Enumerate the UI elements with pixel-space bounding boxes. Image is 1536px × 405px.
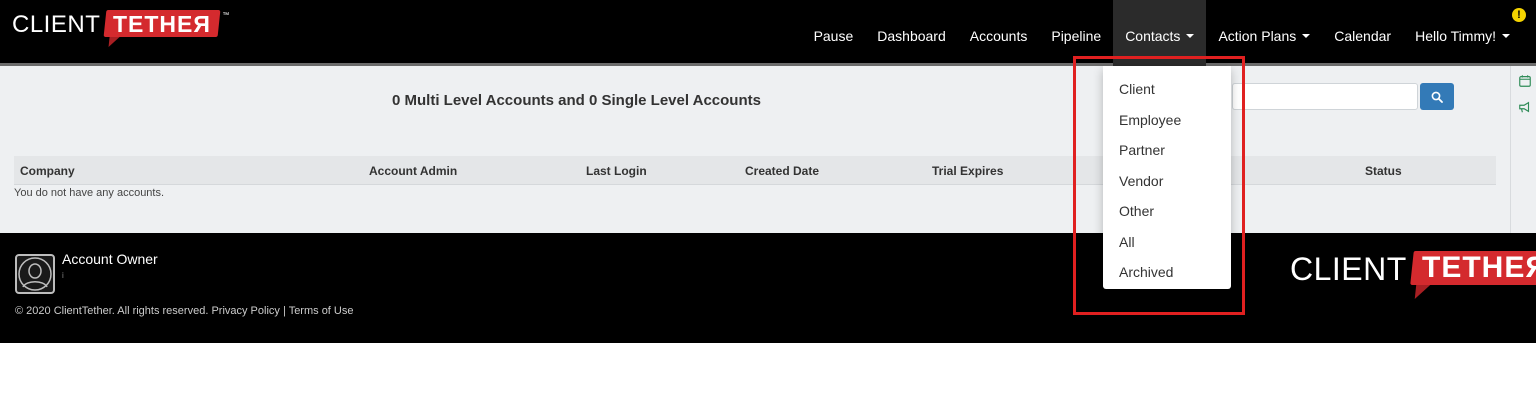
accounts-table-header: Company Account Admin Last Login Created… xyxy=(14,156,1496,185)
megaphone-icon[interactable] xyxy=(1517,100,1533,114)
accounts-summary: 0 Multi Level Accounts and 0 Single Leve… xyxy=(392,92,761,109)
contacts-menu-other[interactable]: Other xyxy=(1103,196,1231,227)
nav-contacts-label: Contacts xyxy=(1125,28,1181,44)
nav-user-menu[interactable]: Hello Timmy! xyxy=(1403,0,1522,66)
page-footer: Account Owner i © 2020 ClientTether. All… xyxy=(0,233,1536,343)
nav-calendar-label: Calendar xyxy=(1334,28,1392,44)
logo-tether-text: TETHEЯ xyxy=(113,11,212,37)
nav-pause-label: Pause xyxy=(813,28,854,44)
contacts-dropdown-menu: Client Employee Partner Vendor Other All… xyxy=(1103,66,1231,289)
footer-clienttether-logo: CLIENT TETHEЯ ™ xyxy=(1290,251,1536,299)
side-quick-tools xyxy=(1510,66,1536,233)
column-status[interactable]: Status xyxy=(1365,164,1402,178)
accounts-panel: 0 Multi Level Accounts and 0 Single Leve… xyxy=(0,66,1510,233)
copyright-text: © 2020 ClientTether. All rights reserved… xyxy=(15,305,209,317)
empty-accounts-message: You do not have any accounts. xyxy=(14,187,165,199)
account-owner-detail: i xyxy=(62,271,64,280)
nav-pipeline[interactable]: Pipeline xyxy=(1039,0,1113,66)
nav-accounts[interactable]: Accounts xyxy=(958,0,1040,66)
nav-calendar[interactable]: Calendar xyxy=(1322,0,1403,66)
nav-action-plans-dropdown[interactable]: Action Plans xyxy=(1206,0,1322,66)
search-input[interactable] xyxy=(1232,83,1418,110)
nav-pipeline-label: Pipeline xyxy=(1051,28,1102,44)
main-nav: Pause Dashboard Accounts Pipeline Contac… xyxy=(802,0,1522,66)
copyright-line: © 2020 ClientTether. All rights reserved… xyxy=(15,305,353,317)
logo-tether-badge: TETHEЯ xyxy=(103,10,221,47)
nav-dashboard-label: Dashboard xyxy=(877,28,946,44)
caret-down-icon xyxy=(1186,34,1195,38)
contacts-menu-partner[interactable]: Partner xyxy=(1103,135,1231,166)
alert-icon[interactable]: ! xyxy=(1512,8,1526,22)
top-navbar: CLIENT TETHEЯ ™ Pause Dashboard Accounts… xyxy=(0,0,1536,66)
nav-user-greeting: Hello Timmy! xyxy=(1415,28,1496,44)
nav-accounts-label: Accounts xyxy=(969,28,1028,44)
caret-down-icon xyxy=(1302,34,1311,38)
contacts-menu-client[interactable]: Client xyxy=(1103,74,1231,105)
nav-action-plans-label: Action Plans xyxy=(1218,28,1297,44)
column-company[interactable]: Company xyxy=(20,164,75,178)
footer-logo-client-text: CLIENT xyxy=(1290,251,1407,287)
footer-logo-tether-badge: TETHEЯ xyxy=(1410,251,1536,299)
nav-pause[interactable]: Pause xyxy=(802,0,866,66)
logo-trademark: ™ xyxy=(222,12,230,19)
privacy-policy-link[interactable]: Privacy Policy xyxy=(211,305,279,317)
avatar[interactable] xyxy=(15,254,55,294)
column-trial-expires[interactable]: Trial Expires xyxy=(932,164,1003,178)
calendar-icon[interactable] xyxy=(1517,74,1533,88)
caret-down-icon xyxy=(1502,34,1510,38)
terms-of-use-link[interactable]: Terms of Use xyxy=(289,305,354,317)
contacts-menu-all[interactable]: All xyxy=(1103,227,1231,258)
clienttether-logo[interactable]: CLIENT TETHEЯ ™ xyxy=(12,10,230,47)
search-icon xyxy=(1431,91,1443,103)
nav-contacts-dropdown[interactable]: Contacts xyxy=(1113,0,1207,66)
contacts-menu-vendor[interactable]: Vendor xyxy=(1103,166,1231,197)
footer-logo-tether-text: TETHEЯ xyxy=(1421,251,1536,284)
search-button[interactable] xyxy=(1420,83,1454,110)
account-owner-label: Account Owner xyxy=(62,251,158,267)
footer-separator: | xyxy=(282,305,286,317)
column-last-login[interactable]: Last Login xyxy=(586,164,647,178)
contacts-menu-archived[interactable]: Archived xyxy=(1103,257,1231,288)
column-created-date[interactable]: Created Date xyxy=(745,164,819,178)
nav-dashboard[interactable]: Dashboard xyxy=(865,0,958,66)
user-avatar-icon xyxy=(18,257,52,291)
logo-client-text: CLIENT xyxy=(12,11,101,38)
contacts-menu-employee[interactable]: Employee xyxy=(1103,105,1231,136)
column-account-admin[interactable]: Account Admin xyxy=(369,164,457,178)
